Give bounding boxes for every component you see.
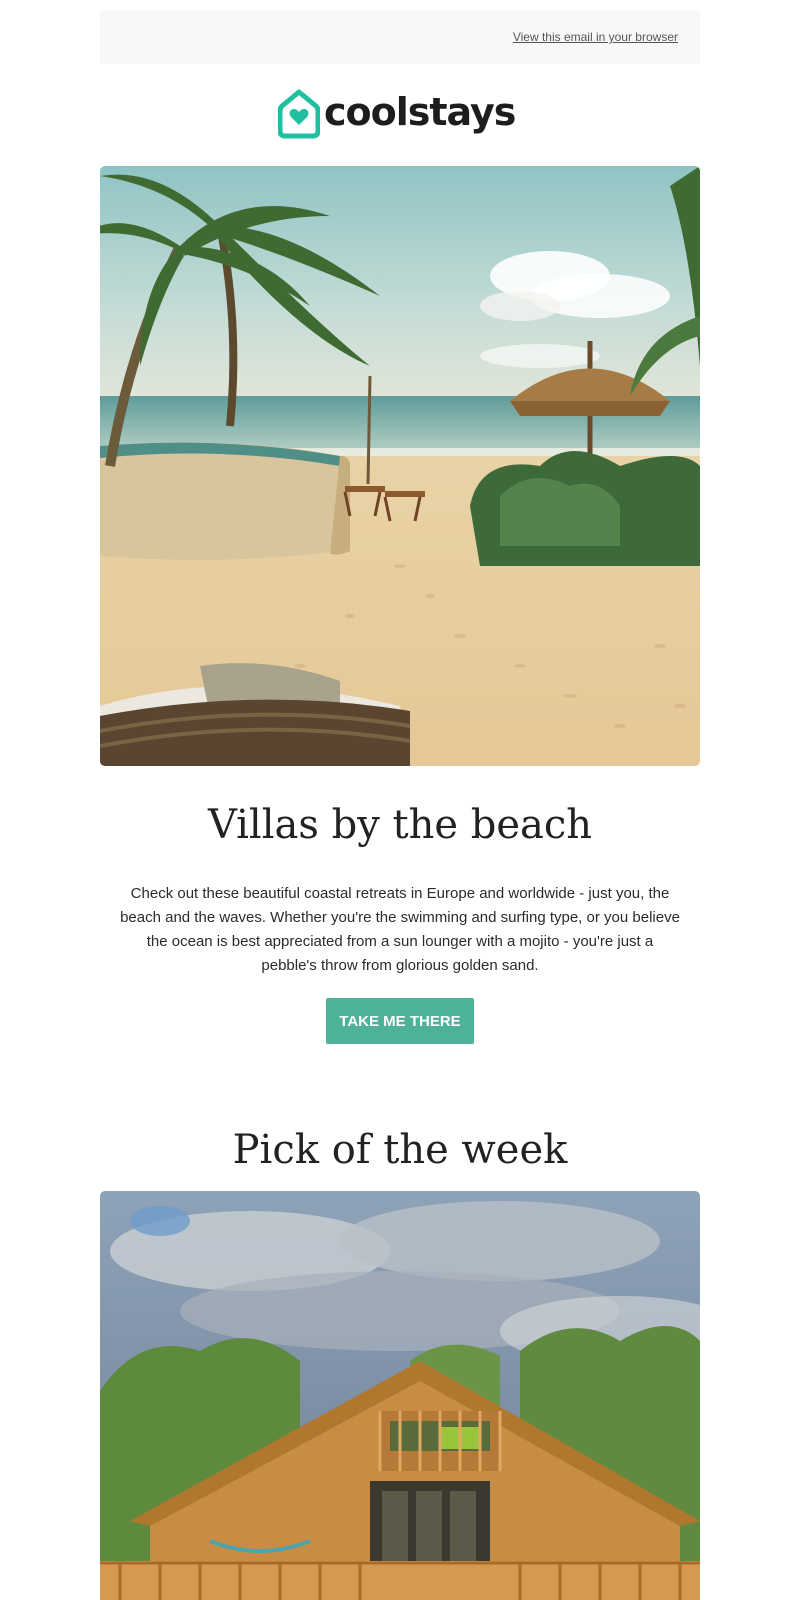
view-in-browser-link[interactable]: View this email in your browser: [513, 30, 678, 44]
hero-image[interactable]: [100, 166, 700, 766]
email-container: View this email in your browser coolstay…: [0, 0, 800, 1600]
brand-logo[interactable]: coolstays: [278, 86, 538, 142]
feature-title: Villas by the beach: [207, 802, 593, 848]
brand-name: coolstays: [324, 90, 516, 134]
preheader-bar: View this email in your browser: [100, 10, 700, 64]
wooden-lodge-photo: [100, 1191, 700, 1600]
beach-villa-photo: [100, 166, 700, 766]
house-heart-icon: [278, 89, 320, 139]
pick-of-week-title: Pick of the week: [232, 1127, 568, 1173]
pick-of-week-image[interactable]: [100, 1191, 700, 1600]
take-me-there-button[interactable]: TAKE ME THERE: [326, 998, 474, 1044]
feature-description: Check out these beautiful coastal retrea…: [120, 885, 680, 974]
